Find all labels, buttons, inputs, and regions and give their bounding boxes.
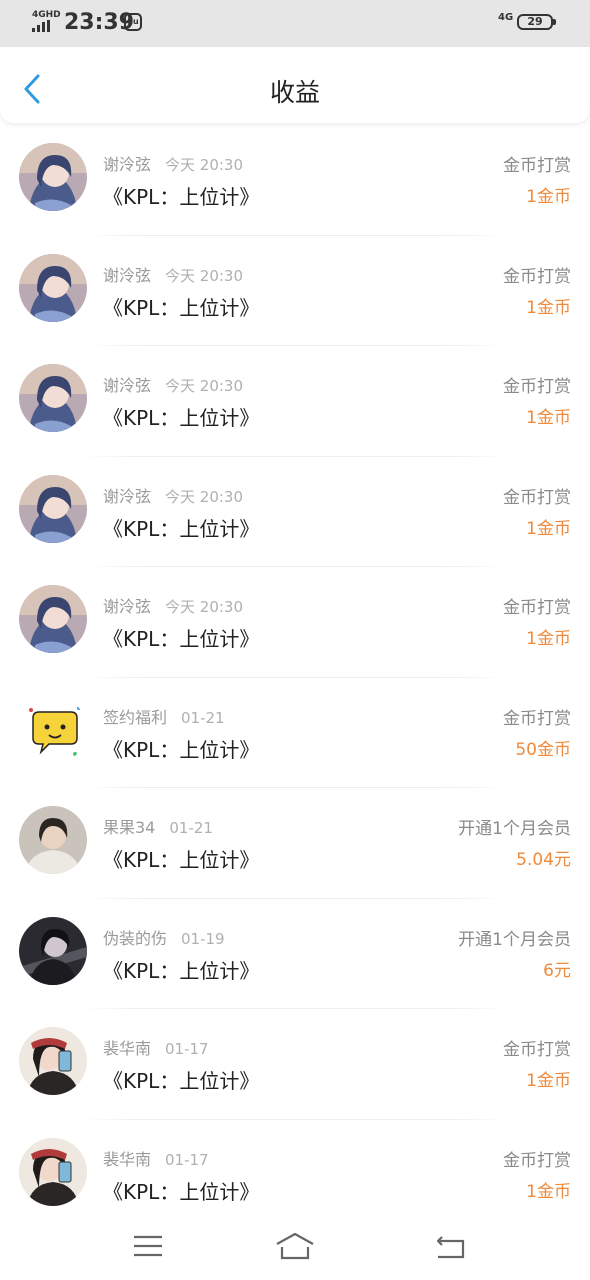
- user-name: 伪装的伤: [103, 928, 168, 948]
- list-item[interactable]: 谢泠弦 今天 20:30 《KPL：上位计》 金币打赏 1金币: [0, 457, 590, 567]
- list-item[interactable]: 裴华南 01-17 《KPL：上位计》 金币打赏 1金币: [0, 1120, 590, 1230]
- user-name: 谢泠弦: [103, 265, 152, 285]
- earning-amount: 1金币: [526, 1071, 571, 1091]
- record-meta: 谢泠弦 今天 20:30: [103, 151, 243, 175]
- timestamp: 今天 20:30: [165, 266, 244, 285]
- cell-indicator: 4G: [498, 12, 514, 23]
- list-item[interactable]: 谢泠弦 今天 20:30 《KPL：上位计》 金币打赏 1金币: [0, 236, 590, 346]
- home-icon[interactable]: [275, 1230, 315, 1262]
- list-item[interactable]: 裴华南 01-17 《KPL：上位计》 金币打赏 1金币: [0, 1009, 590, 1120]
- work-title: 《KPL：上位计》: [103, 958, 260, 983]
- app-notification-icon: du: [124, 13, 142, 31]
- earning-type: 金币打赏: [503, 156, 571, 176]
- user-name: 谢泠弦: [103, 597, 152, 616]
- earning-amount: 50金币: [515, 739, 571, 760]
- status-bar: 4GHD 23:39 du 4G 29: [0, 0, 590, 47]
- back-icon[interactable]: [430, 1230, 470, 1262]
- record-meta: 谢泠弦 今天 20:30: [103, 372, 243, 396]
- user-name: 谢泠弦: [103, 486, 152, 506]
- earning-amount: 1金币: [526, 408, 571, 428]
- list-item[interactable]: 伪装的伤 01-19 《KPL：上位计》 开通1个月会员 6元: [0, 899, 590, 1009]
- work-title: 《KPL：上位计》: [103, 737, 260, 762]
- work-title: 《KPL：上位计》: [103, 627, 260, 651]
- avatar[interactable]: [19, 364, 87, 432]
- earning-amount: 1金币: [526, 297, 571, 318]
- battery-icon: 29: [517, 14, 553, 30]
- work-title: 《KPL：上位计》: [103, 185, 260, 209]
- timestamp: 今天 20:30: [165, 156, 244, 174]
- work-title: 《KPL：上位计》: [103, 1069, 260, 1093]
- earning-amount: 1金币: [526, 629, 571, 649]
- record-meta: 果果34 01-21: [103, 814, 213, 838]
- timestamp: 今天 20:30: [165, 487, 244, 506]
- user-name: 裴华南: [103, 1149, 152, 1169]
- earning-type: 开通1个月会员: [458, 929, 571, 950]
- earning-type: 金币打赏: [503, 1040, 571, 1060]
- list-item[interactable]: 谢泠弦 今天 20:30 《KPL：上位计》 金币打赏 1金币: [0, 346, 590, 457]
- list-item[interactable]: 签约福利 01-21 《KPL：上位计》 金币打赏 50金币: [0, 678, 590, 788]
- work-title: 《KPL：上位计》: [103, 516, 260, 541]
- avatar[interactable]: [19, 143, 87, 211]
- work-title: 《KPL：上位计》: [103, 295, 260, 320]
- system-nav-bar: [0, 1218, 590, 1280]
- record-meta: 谢泠弦 今天 20:30: [103, 262, 243, 286]
- record-meta: 伪装的伤 01-19: [103, 925, 225, 949]
- record-meta: 裴华南 01-17: [103, 1035, 209, 1059]
- avatar[interactable]: [19, 474, 87, 543]
- earning-amount: 1金币: [526, 518, 571, 539]
- record-meta: 签约福利 01-21: [103, 704, 225, 728]
- avatar[interactable]: [19, 1137, 87, 1206]
- timestamp: 01-17: [165, 1150, 209, 1169]
- battery-tip: [553, 19, 556, 25]
- earning-type: 金币打赏: [503, 377, 571, 397]
- user-name: 签约福利: [103, 707, 168, 727]
- timestamp: 01-17: [165, 1040, 209, 1058]
- avatar[interactable]: [19, 806, 87, 874]
- record-meta: 谢泠弦 今天 20:30: [103, 593, 243, 617]
- user-name: 谢泠弦: [103, 155, 152, 174]
- earning-type: 金币打赏: [503, 1150, 571, 1171]
- list-item[interactable]: 谢泠弦 今天 20:30 《KPL：上位计》 金币打赏 1金币: [0, 567, 590, 678]
- timestamp: 今天 20:30: [165, 598, 244, 616]
- avatar[interactable]: [19, 916, 87, 985]
- earning-amount: 1金币: [526, 187, 571, 207]
- user-name: 谢泠弦: [103, 376, 152, 395]
- avatar[interactable]: [19, 585, 87, 653]
- list-item[interactable]: 谢泠弦 今天 20:30 《KPL：上位计》 金币打赏 1金币: [0, 125, 590, 236]
- timestamp: 01-21: [181, 708, 225, 727]
- work-title: 《KPL：上位计》: [103, 848, 260, 872]
- record-meta: 谢泠弦 今天 20:30: [103, 483, 243, 507]
- earning-type: 金币打赏: [503, 487, 571, 508]
- earning-type: 金币打赏: [503, 708, 571, 729]
- timestamp: 今天 20:30: [165, 377, 244, 395]
- earning-amount: 1金币: [526, 1181, 571, 1202]
- timestamp: 01-19: [181, 929, 225, 948]
- avatar[interactable]: [19, 253, 87, 322]
- earning-type: 金币打赏: [503, 598, 571, 618]
- signal-icon: [32, 20, 50, 32]
- menu-icon[interactable]: [128, 1230, 168, 1262]
- earnings-list: 谢泠弦 今天 20:30 《KPL：上位计》 金币打赏 1金币 谢泠弦 今天 20:30 《K…: [0, 125, 590, 1230]
- earning-type: 金币打赏: [503, 266, 571, 287]
- record-meta: 裴华南 01-17: [103, 1146, 209, 1170]
- header: 收益: [0, 47, 590, 123]
- user-name: 裴华南: [103, 1039, 152, 1058]
- user-name: 果果34: [103, 818, 156, 837]
- earning-amount: 5.04元: [516, 850, 571, 870]
- avatar[interactable]: [19, 1027, 87, 1095]
- network-type: 4GHD: [32, 10, 61, 20]
- earning-amount: 6元: [543, 960, 571, 981]
- earning-type: 开通1个月会员: [458, 819, 571, 839]
- work-title: 《KPL：上位计》: [103, 406, 260, 430]
- avatar[interactable]: [19, 695, 87, 764]
- work-title: 《KPL：上位计》: [103, 1179, 260, 1204]
- list-item[interactable]: 果果34 01-21 《KPL：上位计》 开通1个月会员 5.04元: [0, 788, 590, 899]
- timestamp: 01-21: [169, 819, 213, 837]
- page-title: 收益: [269, 78, 320, 107]
